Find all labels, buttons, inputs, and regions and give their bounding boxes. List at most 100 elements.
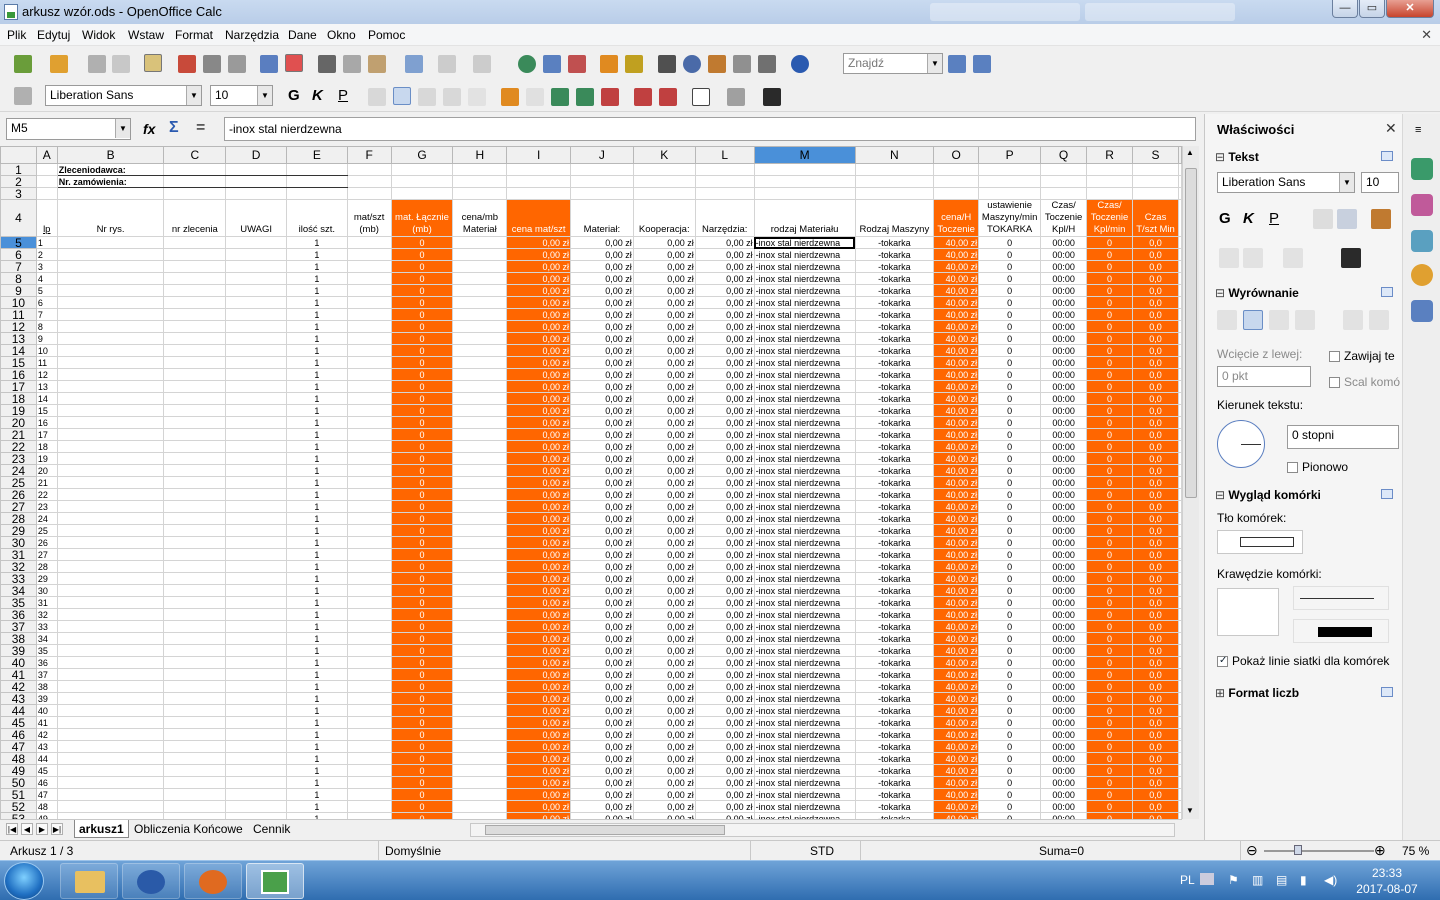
cell-q[interactable]: 00:00 <box>1040 356 1088 369</box>
cell-f[interactable] <box>346 572 392 585</box>
cell-o[interactable]: 40,00 zł <box>933 356 980 369</box>
section-number-more-icon[interactable] <box>1381 687 1393 697</box>
cell-o[interactable]: 40,00 zł <box>933 668 980 681</box>
vertical-check[interactable] <box>1287 462 1298 474</box>
cell-c[interactable] <box>163 488 227 501</box>
cell-j[interactable]: 0,00 zł <box>570 236 634 249</box>
cell-s[interactable]: 0,0 <box>1132 284 1179 297</box>
cell-p[interactable]: 0 <box>978 356 1042 369</box>
cell-b[interactable] <box>56 236 165 249</box>
cell-e[interactable]: 1 <box>286 308 348 321</box>
column-header-g[interactable]: G <box>390 146 454 164</box>
cell-q[interactable]: 00:00 <box>1040 764 1088 777</box>
standard-format-icon[interactable] <box>551 88 569 106</box>
cell-j[interactable]: 0,00 zł <box>570 752 634 765</box>
cell-d[interactable] <box>225 368 288 381</box>
cell-h[interactable] <box>452 296 508 309</box>
cell-a[interactable]: 24 <box>35 512 58 525</box>
cell-n[interactable]: -tokarka <box>854 512 935 525</box>
column-header-d[interactable]: D <box>225 146 288 164</box>
cell-p[interactable]: 0 <box>978 512 1042 525</box>
redo-icon[interactable] <box>473 55 491 73</box>
email-icon[interactable] <box>112 55 130 73</box>
cell-j2[interactable] <box>570 175 634 188</box>
cell-c[interactable] <box>163 572 227 585</box>
cell-o1[interactable] <box>933 163 980 176</box>
cell-m[interactable]: -inox stal nierdzewna <box>753 308 856 321</box>
cell-q[interactable]: 00:00 <box>1040 320 1088 333</box>
cell-n[interactable]: -tokarka <box>854 572 935 585</box>
cell-r[interactable]: 0 <box>1086 512 1134 525</box>
cell-l[interactable]: 0,00 zł <box>694 500 755 513</box>
cell-i[interactable]: 0,00 zł <box>506 728 571 741</box>
row-header[interactable]: 31 <box>0 548 37 561</box>
cell-r[interactable]: 0 <box>1086 608 1134 621</box>
sheet-tab-obliczenia[interactable]: Obliczenia Końcowe <box>130 820 247 838</box>
cell-d[interactable] <box>225 416 288 429</box>
cell-f[interactable] <box>346 644 392 657</box>
strikethrough-icon[interactable] <box>1313 209 1333 229</box>
row-header[interactable]: 27 <box>0 500 37 513</box>
justify-icon[interactable] <box>443 88 461 106</box>
cell-l[interactable]: 0,00 zł <box>694 788 755 801</box>
cell-o[interactable]: 40,00 zł <box>933 572 980 585</box>
cell-j[interactable]: 0,00 zł <box>570 296 634 309</box>
cell-g[interactable]: 0 <box>390 488 454 501</box>
cell-l[interactable]: 0,00 zł <box>694 524 755 537</box>
cell-e[interactable]: 1 <box>286 800 348 813</box>
cell-n[interactable]: -tokarka <box>854 236 935 249</box>
cell-i[interactable]: 0,00 zł <box>506 440 571 453</box>
cell-a[interactable]: 30 <box>35 584 58 597</box>
cell-b[interactable] <box>56 440 165 453</box>
row-header[interactable]: 36 <box>0 608 37 621</box>
cell-c[interactable] <box>163 596 227 609</box>
cell-m[interactable]: -inox stal nierdzewna <box>753 428 856 441</box>
cell-k[interactable]: 0,00 zł <box>632 752 696 765</box>
cell-o[interactable]: 40,00 zł <box>933 656 980 669</box>
cell-i[interactable]: 0,00 zł <box>506 716 571 729</box>
cell-s[interactable]: 0,0 <box>1132 728 1179 741</box>
cell-m[interactable]: -inox stal nierdzewna <box>753 536 856 549</box>
cell-f[interactable] <box>346 728 392 741</box>
cell-a[interactable]: 6 <box>35 296 58 309</box>
cell-c[interactable] <box>163 440 227 453</box>
cell-s[interactable]: 0,0 <box>1132 308 1179 321</box>
cell-c[interactable] <box>163 428 227 441</box>
spreadsheet-grid[interactable]: ABCDEFGHIJKLMNOPQRS 1 Zleceniodawca: 2 Nr. … <box>0 146 1182 819</box>
cell-h[interactable] <box>452 236 508 249</box>
cell-n[interactable]: -tokarka <box>854 680 935 693</box>
volume-icon[interactable]: ◀) <box>1324 873 1337 887</box>
row-header[interactable]: 50 <box>0 776 37 789</box>
cell-r[interactable]: 0 <box>1086 296 1134 309</box>
cell-a[interactable]: 29 <box>35 572 58 585</box>
cell-f[interactable] <box>346 608 392 621</box>
cell-f[interactable] <box>346 260 392 273</box>
cell-p[interactable]: 0 <box>978 392 1042 405</box>
cell-h[interactable] <box>452 572 508 585</box>
cell-k[interactable]: 0,00 zł <box>632 716 696 729</box>
chart-icon[interactable] <box>600 55 618 73</box>
header-k[interactable]: Kooperacja: <box>632 199 696 237</box>
cell-p[interactable]: 0 <box>978 680 1042 693</box>
cell-e[interactable]: 1 <box>286 680 348 693</box>
cell-c[interactable] <box>163 260 227 273</box>
cell-b[interactable] <box>56 524 165 537</box>
cell-j[interactable]: 0,00 zł <box>570 332 634 345</box>
autospellcheck-icon[interactable] <box>285 54 303 72</box>
formula-input[interactable]: -inox stal nierdzewna <box>224 117 1196 141</box>
sheet-table[interactable]: ABCDEFGHIJKLMNOPQRS 1 Zleceniodawca: 2 Nr. … <box>0 146 1182 819</box>
cell-d[interactable] <box>225 260 288 273</box>
cell-l[interactable]: 0,00 zł <box>694 740 755 753</box>
cell-f[interactable] <box>346 488 392 501</box>
cell-b[interactable] <box>56 404 165 417</box>
cell-e[interactable]: 1 <box>286 524 348 537</box>
cell-c[interactable] <box>163 692 227 705</box>
cell-o[interactable]: 40,00 zł <box>933 596 980 609</box>
cell-e[interactable]: 1 <box>286 692 348 705</box>
row-header[interactable]: 26 <box>0 488 37 501</box>
cell-k[interactable]: 0,00 zł <box>632 416 696 429</box>
cell-n[interactable]: -tokarka <box>854 260 935 273</box>
cell-q[interactable]: 00:00 <box>1040 248 1088 261</box>
row-header[interactable]: 46 <box>0 728 37 741</box>
cell-p[interactable]: 0 <box>978 776 1042 789</box>
